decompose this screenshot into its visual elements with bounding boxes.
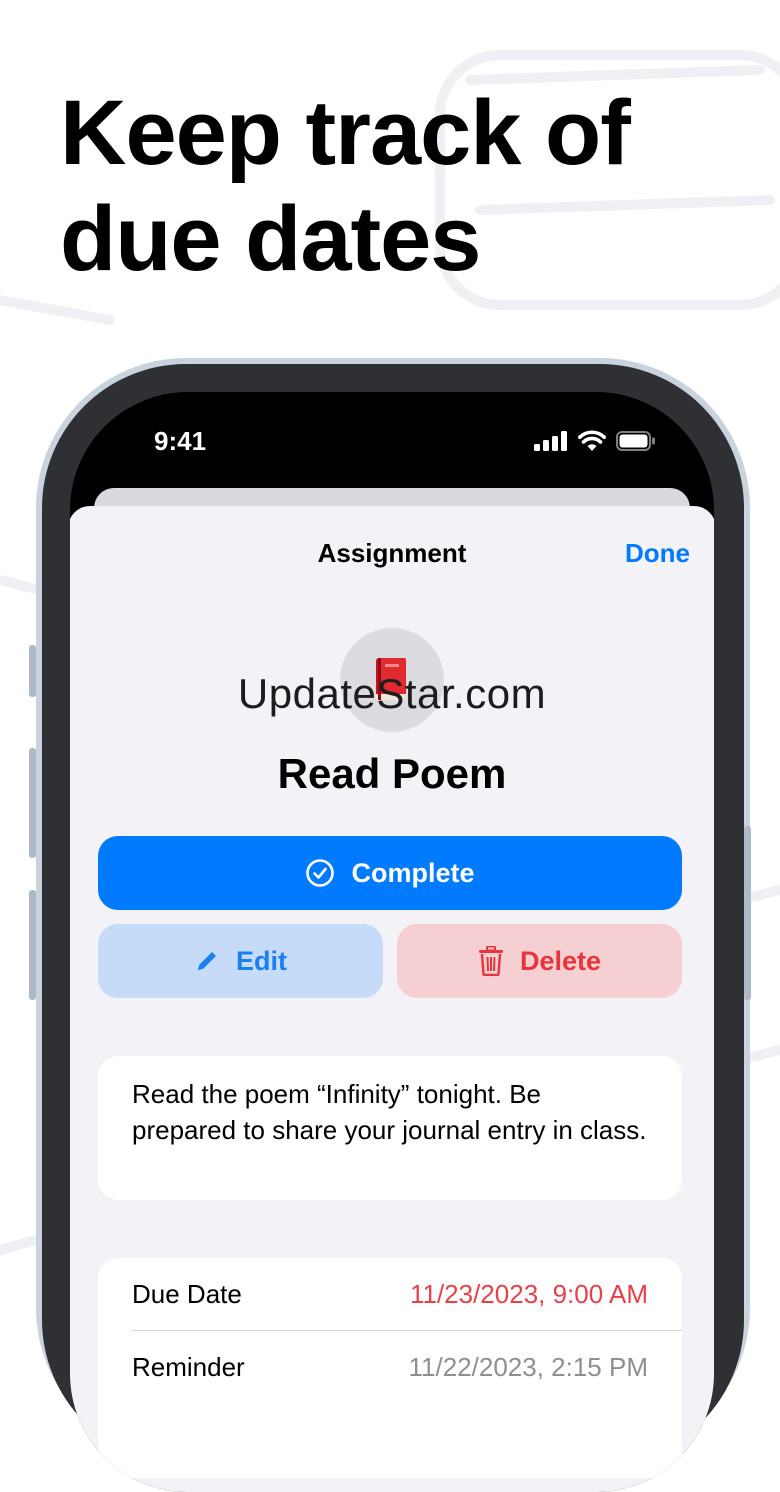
delete-button-label: Delete <box>519 945 602 976</box>
edit-button[interactable]: Edit <box>98 924 383 998</box>
done-button[interactable]: Done <box>625 538 690 569</box>
cellular-signal-icon <box>534 430 567 451</box>
description-card: Read the poem “Infinity” tonight. Be pre… <box>98 1056 682 1200</box>
assignment-sheet: Assignment Done UpdateStar.com Read Poem… <box>70 506 714 1492</box>
headline-line-2: due dates <box>60 188 481 290</box>
reminder-value: 11/22/2023, 2:15 PM <box>408 1351 648 1382</box>
pencil-icon <box>194 948 220 974</box>
delete-button[interactable]: Delete <box>397 924 682 998</box>
due-date-value: 11/23/2023, 9:00 AM <box>409 1278 648 1309</box>
battery-icon <box>616 430 655 451</box>
phone-button-volume-down <box>29 890 36 1000</box>
headline-line-1: Keep track of <box>60 82 631 184</box>
sheet-title: Assignment <box>317 538 467 568</box>
trash-icon <box>478 946 504 976</box>
task-title: Read Poem <box>277 750 507 797</box>
status-icons <box>534 430 656 451</box>
reminder-row[interactable]: Reminder 11/22/2023, 2:15 PM <box>132 1331 648 1403</box>
checkmark-circle-icon <box>305 858 335 888</box>
details-card: Due Date 11/23/2023, 9:00 AM Reminder 11… <box>98 1258 682 1478</box>
watermark-text: UpdateStar.com <box>237 670 547 717</box>
status-time: 9:41 <box>154 426 207 456</box>
complete-button[interactable]: Complete <box>98 836 682 910</box>
phone-screen: 9:41 Assignment Done UpdateStar.com Read… <box>70 392 714 1492</box>
description-text: Read the poem “Infinity” tonight. Be pre… <box>132 1079 647 1145</box>
due-date-row[interactable]: Due Date 11/23/2023, 9:00 AM <box>132 1258 648 1330</box>
phone-button-volume-up <box>29 748 36 858</box>
headline: Keep track of due dates <box>60 80 740 292</box>
edit-button-label: Edit <box>236 945 287 976</box>
wifi-icon <box>578 430 606 451</box>
complete-button-label: Complete <box>351 857 475 888</box>
reminder-label: Reminder <box>132 1351 245 1382</box>
phone-button-mute <box>29 645 36 697</box>
due-date-label: Due Date <box>132 1278 242 1309</box>
phone-button-power <box>744 826 751 1000</box>
